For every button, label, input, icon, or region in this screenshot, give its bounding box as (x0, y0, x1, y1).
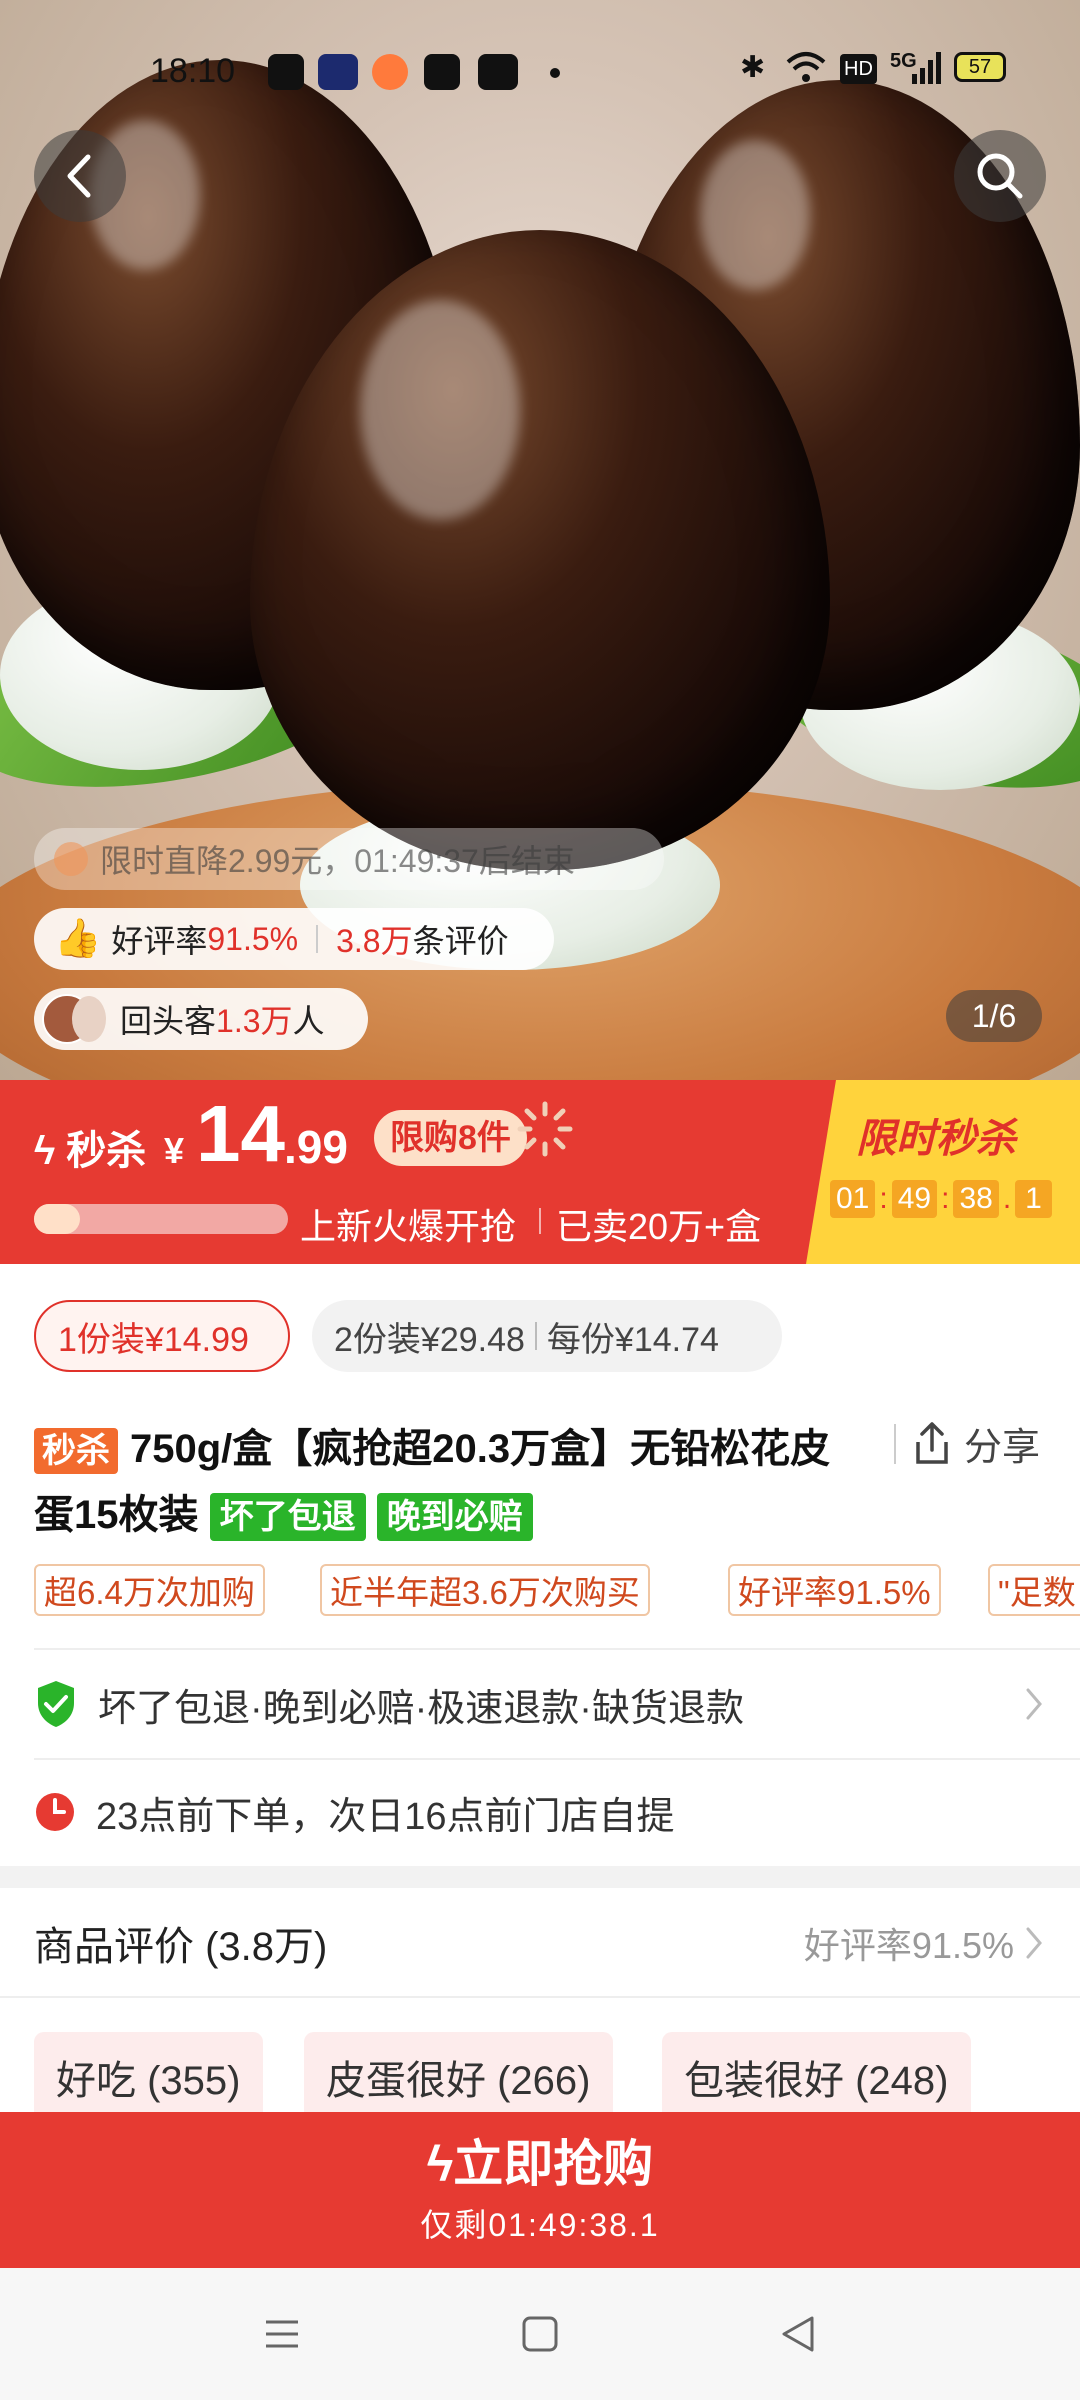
sold-count: 已卖20万+盒 (556, 1206, 762, 1247)
loading-spinner-icon (516, 1100, 574, 1158)
guarantee-badge-return: 坏了包退 (209, 1493, 366, 1542)
rating-overlay[interactable]: 👍 好评率 91.5% 3.8万 条评价 (34, 908, 554, 970)
divider (534, 1322, 537, 1350)
product-title: 秒杀 750g/盒【疯抢超20.3万盒】无铅松花皮 蛋15枚装 坏了包退 晚到必赔 (34, 1416, 894, 1548)
review-tag-good-packaging[interactable]: 包装很好 (248) (662, 2032, 971, 2122)
avatar (72, 996, 106, 1042)
flash-badge: 秒杀 (34, 1428, 118, 1475)
product-title-line2: 蛋15枚装 (34, 1493, 199, 1537)
lightning-icon: ϟ (426, 2136, 454, 2192)
image-counter: 1/6 (946, 990, 1042, 1042)
clock-icon (36, 1793, 74, 1831)
countdown-tenths: 1 (1015, 1180, 1052, 1218)
divider (894, 1424, 896, 1464)
sold-progress-fill (34, 1204, 80, 1234)
share-label: 分享 (964, 1427, 1041, 1469)
currency-symbol: ¥ (164, 1130, 185, 1171)
menu-icon (266, 2320, 298, 2348)
review-tag-good-egg[interactable]: 皮蛋很好 (266) (304, 2032, 613, 2122)
option-double-unit: 每份¥14.74 (546, 1320, 719, 1359)
tiktok-icon (424, 54, 460, 90)
menu-nav-button[interactable] (262, 2314, 302, 2359)
review-count-value: 3.8万 (336, 923, 413, 959)
square-home-icon (522, 2316, 558, 2352)
review-count-suffix: 条评价 (412, 923, 509, 959)
section-separator (0, 1866, 1080, 1888)
option-single[interactable]: 1份装¥14.99 (34, 1300, 290, 1372)
thumbs-up-icon: 👍 (54, 918, 102, 960)
system-nav-bar (0, 2268, 1080, 2400)
back-nav-button[interactable] (778, 2314, 818, 2359)
chevron-right-icon (1026, 1927, 1042, 1959)
app-icon (318, 54, 358, 90)
price-integer: 14 (196, 1089, 285, 1178)
delivery-text: 23点前下单，次日16点前门店自提 (96, 1795, 675, 1838)
shield-check-icon (38, 1681, 74, 1727)
countdown-timer: 01 : 49 : 38 . 1 (830, 1180, 1052, 1218)
signal-icon (910, 50, 942, 95)
rating-value: 91.5% (207, 920, 299, 957)
divider (316, 925, 319, 953)
option-double[interactable]: 2份装¥29.48 每份¥14.74 (312, 1300, 782, 1372)
bluetooth-icon: ✱ (740, 51, 766, 84)
lightning-icon: ϟ (34, 1129, 56, 1173)
wifi-icon (784, 50, 828, 95)
chip-rating: 好评率91.5% (728, 1564, 941, 1616)
divider (0, 1996, 1080, 1998)
chip-purchases: 近半年超3.6万次购买 (320, 1564, 650, 1616)
sold-progress-bar (34, 1204, 288, 1234)
repeat-suffix: 人 (292, 1003, 325, 1039)
review-tag-tasty[interactable]: 好吃 (355) (34, 2032, 263, 2122)
status-time: 18:10 (150, 52, 236, 90)
option-double-price: 2份装¥29.48 (334, 1320, 525, 1359)
search-icon (977, 153, 1023, 199)
reviews-title: 商品评价 (3.8万) (34, 1925, 328, 1969)
flash-sale-title: 限时秒杀 (856, 1117, 1016, 1161)
flash-slogan: 上新火爆开抢 (300, 1206, 517, 1247)
back-button[interactable] (34, 130, 126, 222)
share-icon (916, 1421, 948, 1464)
countdown-hours: 01 (830, 1180, 876, 1218)
price-decimal: .99 (284, 1121, 348, 1173)
reviews-header[interactable]: 商品评价 (3.8万) 好评率91.5% (34, 1888, 1046, 1998)
delivery-row: 23点前下单，次日16点前门店自提 (34, 1760, 1046, 1864)
product-title-line1: 750g/盒【疯抢超20.3万盒】无铅松花皮 (130, 1427, 831, 1471)
hd-icon: HD (840, 54, 877, 84)
buy-now-label: 立即抢购 (453, 2136, 654, 2192)
clock-icon (54, 842, 88, 876)
promo-notice: 限时直降2.99元，01:49:37后结束 (34, 828, 664, 890)
battery-level: 57 (968, 56, 992, 78)
promo-notice-text: 限时直降2.99元，01:49:37后结束 (100, 843, 575, 879)
chip-full-count: "足数 (988, 1564, 1080, 1616)
triangle-back-icon (782, 2316, 814, 2352)
guarantee-badge-late: 晚到必赔 (376, 1493, 533, 1542)
app-icon (372, 54, 408, 90)
flash-sale-label: 秒杀 (66, 1129, 147, 1173)
battery-icon: 57 (954, 52, 1006, 82)
purchase-limit-badge: 限购8件 (374, 1110, 527, 1166)
guarantee-row[interactable]: 坏了包退·晚到必赔·极速退款·缺货退款 (34, 1650, 1046, 1758)
countdown-minutes: 49 (891, 1180, 938, 1218)
flash-sale-label-group: ϟ 秒杀 (34, 1118, 146, 1176)
search-button[interactable] (954, 130, 1046, 222)
repeat-customers-overlay: 回头客 1.3万 人 (34, 988, 368, 1050)
countdown-seconds: 38 (953, 1180, 999, 1218)
dot-icon (550, 68, 560, 78)
repeat-value: 1.3万 (216, 1003, 293, 1039)
buy-now-button[interactable]: ϟ立即抢购 仅剩01:49:38.1 (0, 2112, 1080, 2268)
chevron-right-icon (1026, 1688, 1042, 1720)
app-icon (268, 54, 304, 90)
chip-cart-adds: 超6.4万次加购 (34, 1564, 265, 1616)
tiktok-icon (478, 54, 518, 90)
guarantee-text: 坏了包退·晚到必赔·极速退款·缺货退款 (98, 1687, 744, 1730)
home-nav-button[interactable] (520, 2314, 560, 2359)
rating-label: 好评率 (111, 923, 208, 959)
status-bar: 18:10 ✱ HD 5G 57 (0, 40, 1080, 100)
reviews-rating: 好评率91.5% (803, 1925, 1014, 1966)
repeat-label: 回头客 (120, 1003, 217, 1039)
chevron-left-icon (67, 154, 91, 198)
share-button[interactable]: 分享 (910, 1416, 1040, 1471)
divider (539, 1208, 541, 1234)
buy-remaining-time: 仅剩01:49:38.1 (420, 2207, 660, 2243)
